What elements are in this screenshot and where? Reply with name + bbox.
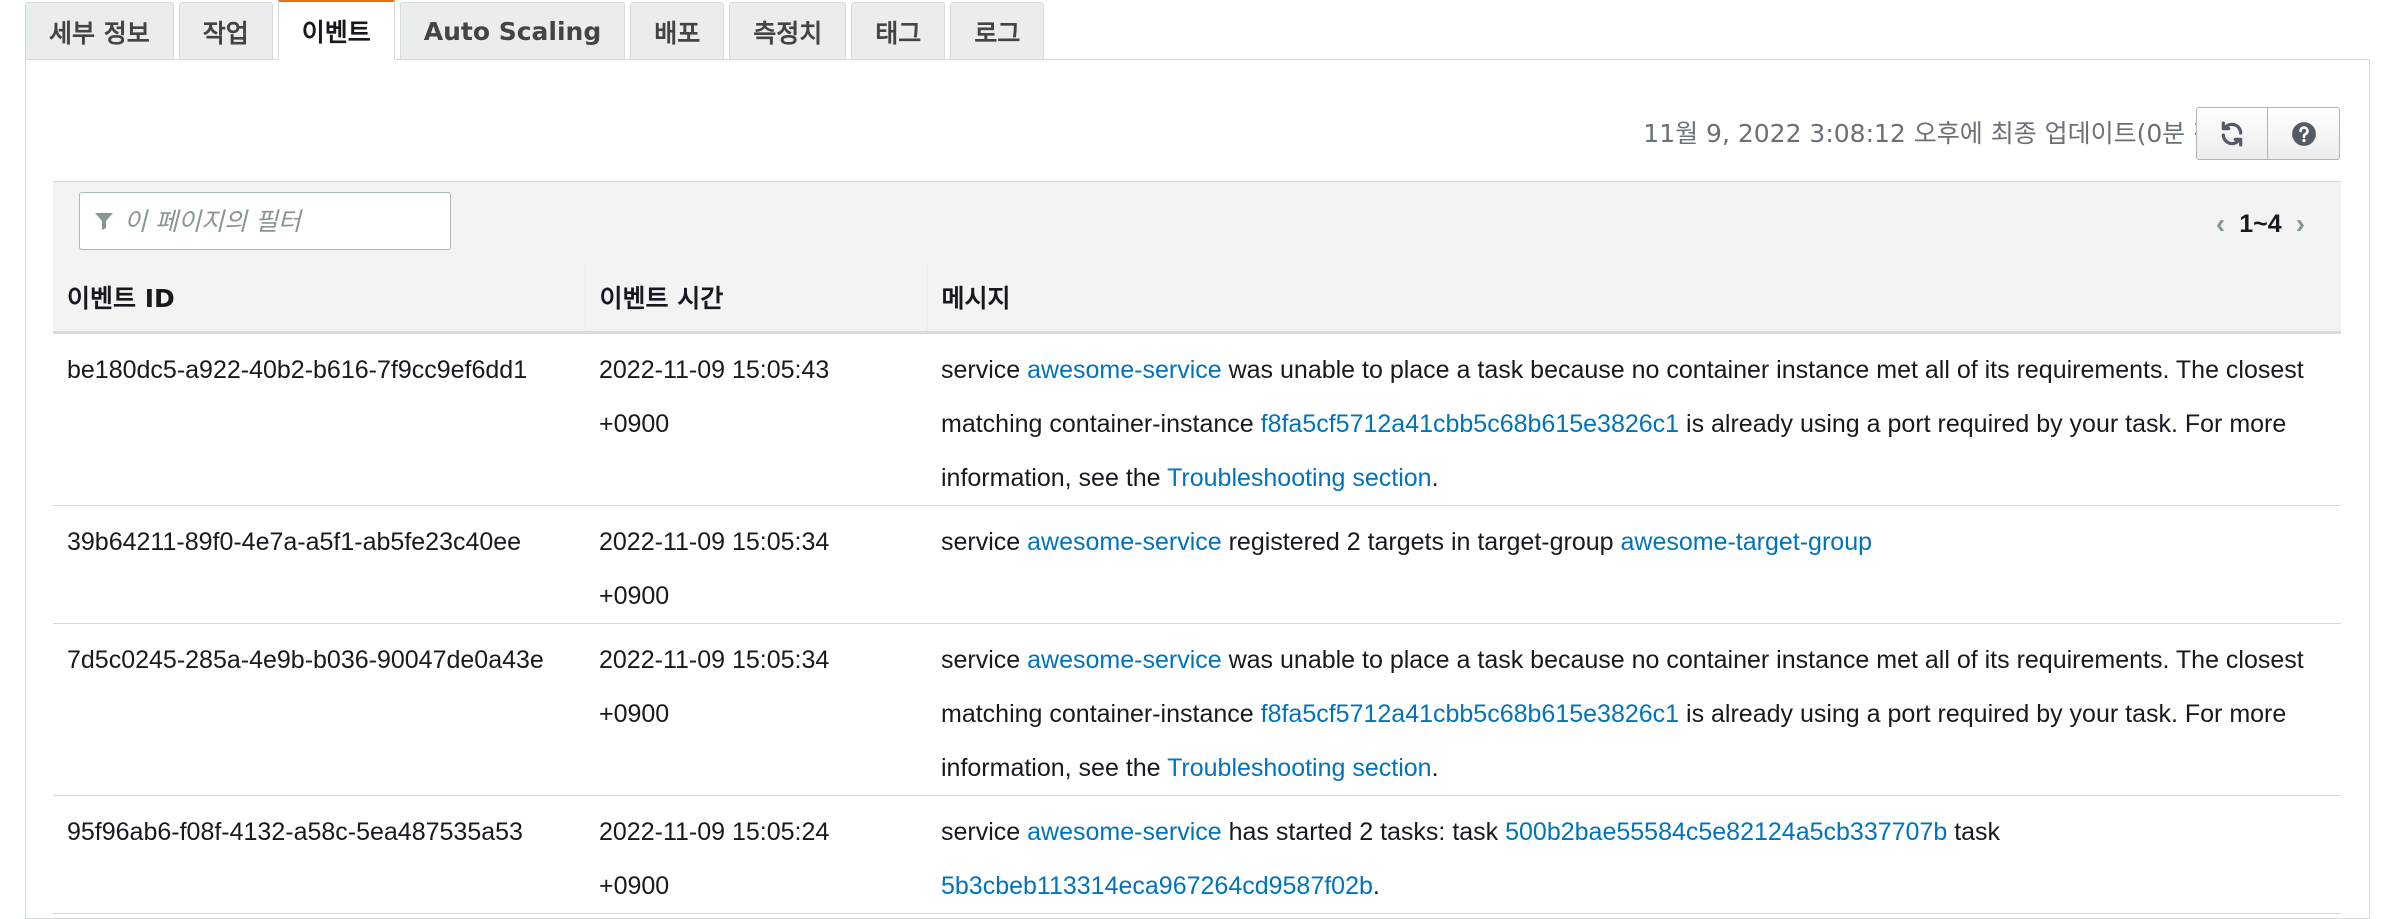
message-link[interactable]: f8fa5cf5712a41cbb5c68b615e3826c1 [1261, 700, 1679, 728]
table-row: 7d5c0245-285a-4e9b-b036-90047de0a43e 2022… [53, 623, 2341, 796]
filter-input[interactable] [122, 205, 426, 237]
event-time-timezone: +0900 [599, 410, 670, 438]
message-link[interactable]: awesome-service [1027, 356, 1222, 384]
event-time-date: 2022-11-09 15:05:34 [599, 528, 830, 556]
previous-page-icon[interactable]: ‹ [2216, 208, 2225, 240]
next-page-icon[interactable]: › [2296, 208, 2305, 240]
event-time: 2022-11-09 15:05:34 +0900 [585, 623, 927, 796]
tab-metrics[interactable]: 측정치 [729, 2, 847, 60]
pagination: ‹ 1~4 › [2202, 208, 2319, 240]
toolbar-buttons [2196, 107, 2340, 160]
message-text: service [941, 356, 1028, 384]
tab-details[interactable]: 세부 정보 [25, 2, 174, 60]
event-time-timezone: +0900 [599, 700, 670, 728]
tab-tasks[interactable]: 작업 [178, 2, 273, 60]
tab-deployments[interactable]: 배포 [630, 2, 725, 60]
message-link[interactable]: awesome-service [1027, 646, 1222, 674]
event-id: be180dc5-a922-40b2-b616-7f9cc9ef6dd1 [53, 332, 585, 506]
events-table: 이벤트 ID 이벤트 시간 메시지 be180dc5-a922-40b2-b61… [53, 263, 2341, 914]
column-header-message[interactable]: 메시지 [926, 263, 2341, 334]
tab-bar: 세부 정보 작업 이벤트 Auto Scaling 배포 측정치 태그 로그 [25, 0, 1049, 60]
column-header-event-id[interactable]: 이벤트 ID [53, 263, 585, 334]
message-link[interactable]: Troubleshooting section [1167, 464, 1432, 492]
event-time-date: 2022-11-09 15:05:43 [599, 356, 830, 384]
message-text: registered 2 targets in target-group [1221, 528, 1621, 556]
message-text: service [941, 646, 1028, 674]
refresh-button[interactable] [2196, 107, 2268, 160]
tab-events[interactable]: 이벤트 [277, 0, 395, 60]
table-filter-bar: ‹ 1~4 › [53, 181, 2341, 264]
event-message: service awesome-service registered 2 tar… [927, 505, 2341, 624]
event-time: 2022-11-09 15:05:34 +0900 [585, 505, 927, 624]
message-text: . [1431, 754, 1439, 782]
table-row: be180dc5-a922-40b2-b616-7f9cc9ef6dd1 2022… [53, 332, 2341, 506]
event-message: service awesome-service was unable to pl… [927, 332, 2341, 506]
question-circle-icon [2291, 121, 2316, 146]
tab-auto-scaling[interactable]: Auto Scaling [399, 2, 626, 60]
message-text: has started 2 tasks: task [1221, 818, 1506, 846]
message-link[interactable]: awesome-service [1027, 818, 1222, 846]
filter-field[interactable] [79, 192, 451, 250]
message-text: task [1947, 818, 2001, 846]
tab-logs[interactable]: 로그 [950, 2, 1045, 60]
page-range: 1~4 [2239, 209, 2282, 238]
tab-tags[interactable]: 태그 [851, 2, 946, 60]
event-time-timezone: +0900 [599, 872, 670, 900]
message-link[interactable]: awesome-target-group [1620, 528, 1872, 556]
event-id: 39b64211-89f0-4e7a-a5f1-ab5fe23c40ee [53, 505, 585, 624]
column-header-event-time[interactable]: 이벤트 시간 [584, 263, 927, 334]
message-text: . [1431, 464, 1439, 492]
message-link[interactable]: 500b2bae55584c5e82124a5cb337707b [1505, 818, 1947, 846]
last-updated-text: 11월 9, 2022 3:08:12 오후에 최종 업데이트(0분 전) [1643, 119, 2226, 148]
filter-icon [95, 213, 113, 230]
event-time-date: 2022-11-09 15:05:24 [599, 818, 830, 846]
refresh-icon [2221, 121, 2243, 146]
message-link[interactable]: f8fa5cf5712a41cbb5c68b615e3826c1 [1261, 410, 1679, 438]
message-text: service [941, 818, 1028, 846]
event-message: service awesome-service was unable to pl… [927, 623, 2341, 796]
message-link[interactable]: awesome-service [1027, 528, 1222, 556]
table-row: 39b64211-89f0-4e7a-a5f1-ab5fe23c40ee 2022… [53, 505, 2341, 624]
event-id: 7d5c0245-285a-4e9b-b036-90047de0a43e [53, 623, 585, 796]
message-link[interactable]: Troubleshooting section [1167, 754, 1432, 782]
table-header-row: 이벤트 ID 이벤트 시간 메시지 [53, 263, 2341, 334]
help-button[interactable] [2268, 107, 2340, 160]
message-text: service [941, 528, 1028, 556]
event-time-timezone: +0900 [599, 582, 670, 610]
event-time: 2022-11-09 15:05:43 +0900 [585, 332, 927, 506]
event-time-date: 2022-11-09 15:05:34 [599, 646, 830, 674]
